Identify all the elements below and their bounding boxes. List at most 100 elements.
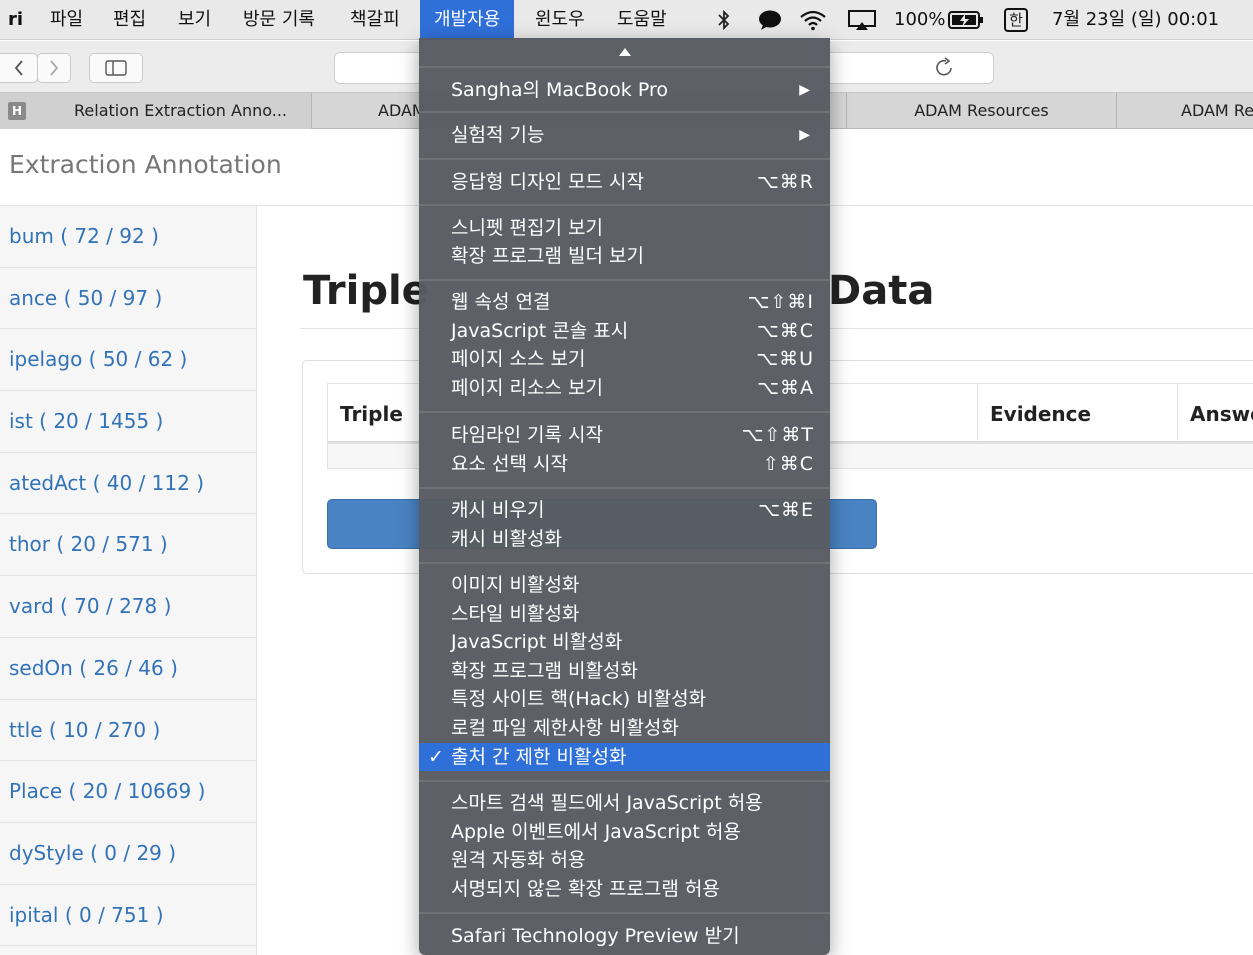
sidebar-item[interactable]: ist ( 20 / 1455 ) <box>0 391 256 453</box>
menu-item-allow-js-smart-search[interactable]: 스마트 검색 필드에서 JavaScript 허용 <box>419 789 830 817</box>
menu-view[interactable]: 보기 <box>178 0 211 40</box>
sidebar-toggle-button[interactable] <box>89 53 143 83</box>
sidebar-icon <box>105 60 127 76</box>
menu-shortcut: ⌥⌘U <box>756 348 814 370</box>
menu-item-disable-extensions[interactable]: 확장 프로그램 비활성화 <box>419 657 830 685</box>
menu-item-get-safari-technology-preview[interactable]: Safari Technology Preview 받기 <box>419 922 830 950</box>
sidebar-item[interactable]: dyStyle ( 0 / 29 ) <box>0 823 256 885</box>
site-brand[interactable]: Extraction Annotation <box>9 150 282 179</box>
tab-label: Relation Extraction Anno... <box>74 101 287 120</box>
menu-item-empty-caches[interactable]: 캐시 비우기 ⌥⌘E <box>419 496 830 524</box>
menu-item-js-console[interactable]: JavaScript 콘솔 표시 ⌥⌘C <box>419 317 830 345</box>
menu-item-label: 웹 속성 연결 <box>451 291 551 313</box>
menu-item-disable-site-hacks[interactable]: 특정 사이트 핵(Hack) 비활성화 <box>419 685 830 713</box>
column-header-answer: Answe <box>1177 383 1253 443</box>
battery-percent: 100% <box>894 9 946 30</box>
menu-shortcut: ⌥⇧⌘T <box>741 424 814 446</box>
menu-bookmarks[interactable]: 책갈피 <box>350 0 400 40</box>
menu-separator <box>419 158 830 160</box>
menu-item-label: Apple 이벤트에서 JavaScript 허용 <box>451 821 741 843</box>
menu-file[interactable]: 파일 <box>50 0 83 40</box>
menu-item-web-inspector[interactable]: 웹 속성 연결 ⌥⇧⌘I <box>419 288 830 316</box>
menu-item-label: 응답형 디자인 모드 시작 <box>451 171 644 193</box>
menu-develop[interactable]: 개발자용 <box>420 0 515 40</box>
menu-item-page-source[interactable]: 페이지 소스 보기 ⌥⌘U <box>419 345 830 373</box>
bluetooth-icon[interactable] <box>712 0 736 40</box>
input-method-icon[interactable]: 한 <box>1004 8 1028 32</box>
menu-item-label: 요소 선택 시작 <box>451 453 568 475</box>
page-title-right: Data <box>828 268 935 314</box>
sidebar-item[interactable]: Place ( 20 / 10669 ) <box>0 761 256 823</box>
menu-item-disable-cross-origin-restrictions[interactable]: ✓ 출처 간 제한 비활성화 <box>419 743 830 771</box>
menu-item-experimental-features[interactable]: 실험적 기능 ▶ <box>419 121 830 149</box>
sidebar-item[interactable]: ipital ( 0 / 751 ) <box>0 885 256 947</box>
sidebar-item[interactable]: atedAct ( 40 / 112 ) <box>0 453 256 515</box>
menu-history[interactable]: 방문 기록 <box>243 0 315 40</box>
menu-shortcut: ⌥⌘R <box>756 171 814 193</box>
menu-shortcut: ⌥⇧⌘I <box>747 291 814 313</box>
menu-separator <box>419 487 830 489</box>
sidebar-item[interactable]: ipelago ( 50 / 62 ) <box>0 329 256 392</box>
menu-item-label: 확장 프로그램 비활성화 <box>451 660 638 682</box>
menu-separator <box>419 780 830 782</box>
menu-item-label: Safari Technology Preview 받기 <box>451 925 740 947</box>
menu-help[interactable]: 도움말 <box>617 0 667 40</box>
relation-sidebar: bum ( 72 / 92 ) ance ( 50 / 97 ) ipelago… <box>0 206 257 955</box>
chevron-right-icon <box>50 60 59 76</box>
menu-separator <box>419 204 830 206</box>
back-button[interactable] <box>0 53 38 83</box>
menu-item-label: 서명되지 않은 확장 프로그램 허용 <box>451 878 720 900</box>
menu-item-element-selection[interactable]: 요소 선택 시작 ⇧⌘C <box>419 450 830 478</box>
chat-bubble-icon[interactable] <box>755 0 785 40</box>
menu-window[interactable]: 윈도우 <box>535 0 585 40</box>
menu-item-disable-styles[interactable]: 스타일 비활성화 <box>419 600 830 628</box>
menu-item-disable-images[interactable]: 이미지 비활성화 <box>419 571 830 599</box>
menu-item-label: 스마트 검색 필드에서 JavaScript 허용 <box>451 792 763 814</box>
forward-button[interactable] <box>37 53 71 83</box>
menu-item-label: 스니펫 편집기 보기 <box>451 217 603 239</box>
menu-item-snippet-editor[interactable]: 스니펫 편집기 보기 <box>419 214 830 242</box>
tab-relation-extraction[interactable]: H Relation Extraction Anno... <box>0 93 312 129</box>
menu-item-extension-builder[interactable]: 확장 프로그램 빌더 보기 <box>419 242 830 270</box>
menu-item-macbook-pro[interactable]: Sangha의 MacBook Pro ▶ <box>419 76 830 104</box>
chevron-left-icon <box>14 60 23 76</box>
menu-item-responsive-design[interactable]: 응답형 디자인 모드 시작 ⌥⌘R <box>419 168 830 196</box>
menu-item-label: 타임라인 기록 시작 <box>451 424 603 446</box>
sidebar-item[interactable]: thor ( 20 / 571 ) <box>0 514 256 577</box>
sidebar-item[interactable]: ance ( 50 / 97 ) <box>0 268 256 330</box>
clock[interactable]: 7월 23일 (일) 00:01 <box>1052 0 1219 40</box>
menu-item-label: 확장 프로그램 빌더 보기 <box>451 245 644 267</box>
app-menu[interactable]: ri <box>8 0 23 40</box>
menu-separator <box>419 279 830 281</box>
menu-separator <box>419 562 830 564</box>
wifi-icon[interactable] <box>796 0 830 40</box>
menu-edit[interactable]: 편집 <box>113 0 146 40</box>
menu-item-disable-javascript[interactable]: JavaScript 비활성화 <box>419 628 830 656</box>
scroll-up-arrow-icon[interactable] <box>419 38 830 66</box>
favicon-icon: H <box>8 102 26 120</box>
menu-item-label: 로컬 파일 제한사항 비활성화 <box>451 717 679 739</box>
submenu-arrow-icon: ▶ <box>799 82 810 98</box>
sidebar-item[interactable]: vard ( 70 / 278 ) <box>0 576 256 638</box>
reload-icon[interactable] <box>934 56 956 82</box>
page-title-left: Triple <box>303 268 429 314</box>
menu-item-label: 스타일 비활성화 <box>451 603 580 625</box>
sidebar-item[interactable]: bum ( 72 / 92 ) <box>0 206 256 268</box>
menu-separator <box>419 411 830 413</box>
airplay-icon[interactable] <box>845 0 879 40</box>
menu-separator <box>419 912 830 914</box>
tab-adam-re[interactable]: ADAM Re <box>1117 93 1253 129</box>
menu-item-allow-js-apple-events[interactable]: Apple 이벤트에서 JavaScript 허용 <box>419 818 830 846</box>
sidebar-item[interactable]: sedOn ( 26 / 46 ) <box>0 638 256 700</box>
menu-item-page-resources[interactable]: 페이지 리소스 보기 ⌥⌘A <box>419 374 830 402</box>
tab-adam-resources[interactable]: ADAM Resources <box>847 93 1117 129</box>
battery-icon[interactable] <box>946 0 986 40</box>
menu-item-allow-remote-automation[interactable]: 원격 자동화 허용 <box>419 846 830 874</box>
sidebar-item[interactable]: ttle ( 10 / 270 ) <box>0 700 256 762</box>
menu-item-disable-local-file-restrictions[interactable]: 로컬 파일 제한사항 비활성화 <box>419 714 830 742</box>
develop-menu: Sangha의 MacBook Pro ▶ 실험적 기능 ▶ 응답형 디자인 모… <box>419 38 830 955</box>
menu-item-disable-caches[interactable]: 캐시 비활성화 <box>419 525 830 553</box>
submenu-arrow-icon: ▶ <box>799 127 810 143</box>
menu-item-timeline-recording[interactable]: 타임라인 기록 시작 ⌥⇧⌘T <box>419 421 830 449</box>
menu-item-allow-unsigned-extensions[interactable]: 서명되지 않은 확장 프로그램 허용 <box>419 875 830 903</box>
